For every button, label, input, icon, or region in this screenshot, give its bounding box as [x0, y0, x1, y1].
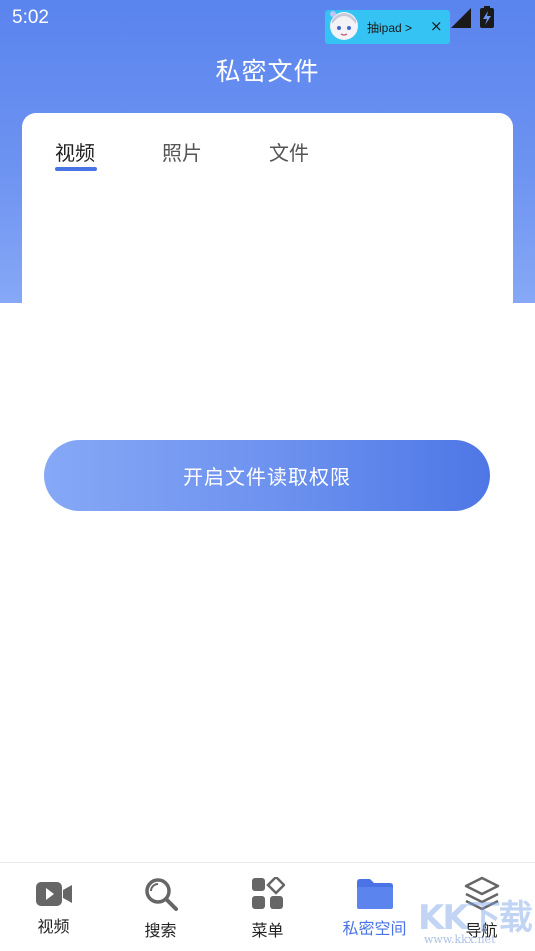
battery-charging-icon [480, 6, 494, 28]
nav-label-private-space: 私密空间 [342, 919, 407, 938]
folder-icon [356, 879, 393, 909]
nav-item-menu[interactable]: 菜单 [214, 863, 321, 951]
tab-card: 视频 照片 文件 [22, 113, 513, 333]
nav-label-menu: 菜单 [251, 921, 284, 940]
tab-active-indicator [55, 167, 97, 171]
ad-close-button[interactable]: × [430, 17, 443, 35]
status-time: 5:02 [12, 7, 49, 28]
watermark: KK下载 www.kkx.net [418, 890, 535, 951]
status-bar: 5:02 [0, 0, 535, 36]
watermark-url: www.kkx.net [424, 933, 496, 946]
tab-files[interactable]: 文件 [269, 137, 309, 166]
video-camera-icon [35, 882, 72, 906]
anime-avatar-icon [330, 11, 358, 40]
watermark-logo: KK下载 [418, 898, 533, 938]
content-area [0, 303, 535, 863]
tab-video[interactable]: 视频 [55, 137, 95, 166]
nav-label-search: 搜索 [144, 921, 177, 940]
signal-icon [451, 8, 471, 28]
tab-photos[interactable]: 照片 [162, 137, 202, 166]
enable-file-permission-button[interactable]: 开启文件读取权限 [44, 440, 490, 511]
ad-banner[interactable]: 抽ipad > × [325, 10, 450, 44]
page-title: 私密文件 [215, 57, 320, 86]
nav-label-video: 视频 [37, 917, 70, 936]
search-icon [144, 878, 178, 911]
menu-grid-icon [251, 877, 285, 909]
nav-item-search[interactable]: 搜索 [107, 863, 214, 951]
nav-item-video[interactable]: 视频 [0, 863, 107, 951]
nav-item-private-space[interactable]: 私密空间 [321, 863, 428, 951]
ad-text[interactable]: 抽ipad > [367, 19, 412, 36]
